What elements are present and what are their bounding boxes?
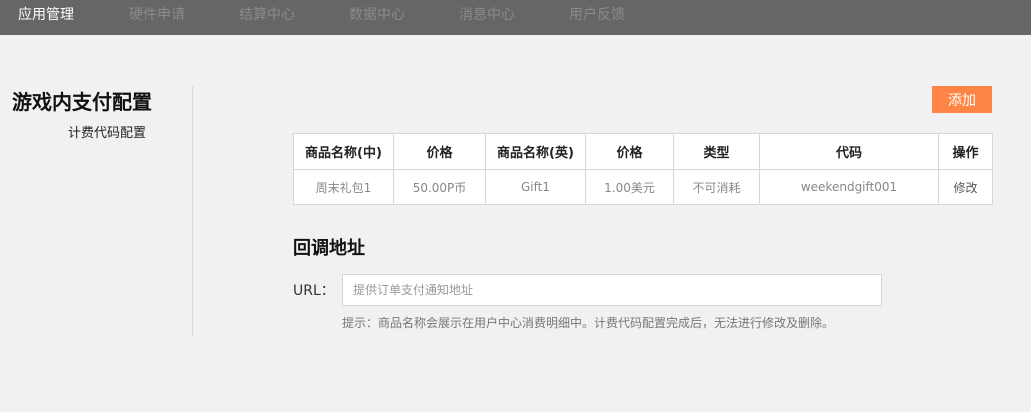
callback-section-title: 回调地址 [293,238,365,259]
nav-item-user-feedback[interactable]: 用户反馈 [569,0,625,35]
cell-name-en: Gift1 [485,169,586,205]
column-header-action: 操作 [938,133,993,170]
sidebar-item-billing-code-config[interactable]: 计费代码配置 [68,122,146,141]
cell-code: weekendgift001 [759,169,939,205]
top-navigation-bar: 应用管理 硬件申请 结算中心 数据中心 消息中心 用户反馈 [0,0,1031,35]
vertical-divider [192,86,193,336]
nav-item-app-management[interactable]: 应用管理 [18,0,74,35]
cell-name-cn: 周末礼包1 [293,169,394,205]
table-row: 周末礼包1 50.00P币 Gift1 1.00美元 不可消耗 weekendg… [293,169,993,205]
nav-item-hardware-request[interactable]: 硬件申请 [129,0,185,35]
column-header-code: 代码 [759,133,939,170]
nav-item-settlement-center[interactable]: 结算中心 [239,0,295,35]
cell-price-cn: 50.00P币 [393,169,486,205]
callback-url-input[interactable] [342,274,882,306]
edit-link[interactable]: 修改 [938,169,993,205]
column-header-price-en: 价格 [585,133,674,170]
billing-code-table: 商品名称(中) 价格 商品名称(英) 价格 类型 代码 操作 周末礼包1 50.… [293,133,993,205]
url-label: URL： [293,283,335,299]
cell-price-en: 1.00美元 [585,169,674,205]
nav-item-data-center[interactable]: 数据中心 [349,0,405,35]
column-header-name-en: 商品名称(英) [485,133,586,170]
column-header-name-cn: 商品名称(中) [293,133,394,170]
page-title: 游戏内支付配置 [12,90,152,114]
hint-text: 提示：商品名称会展示在用户中心消费明细中。计费代码配置完成后，无法进行修改及删除… [342,316,835,330]
nav-item-message-center[interactable]: 消息中心 [459,0,515,35]
column-header-type: 类型 [673,133,760,170]
table-header-row: 商品名称(中) 价格 商品名称(英) 价格 类型 代码 操作 [293,133,993,170]
column-header-price-cn: 价格 [393,133,486,170]
cell-type: 不可消耗 [673,169,760,205]
add-button[interactable]: 添加 [932,86,992,113]
